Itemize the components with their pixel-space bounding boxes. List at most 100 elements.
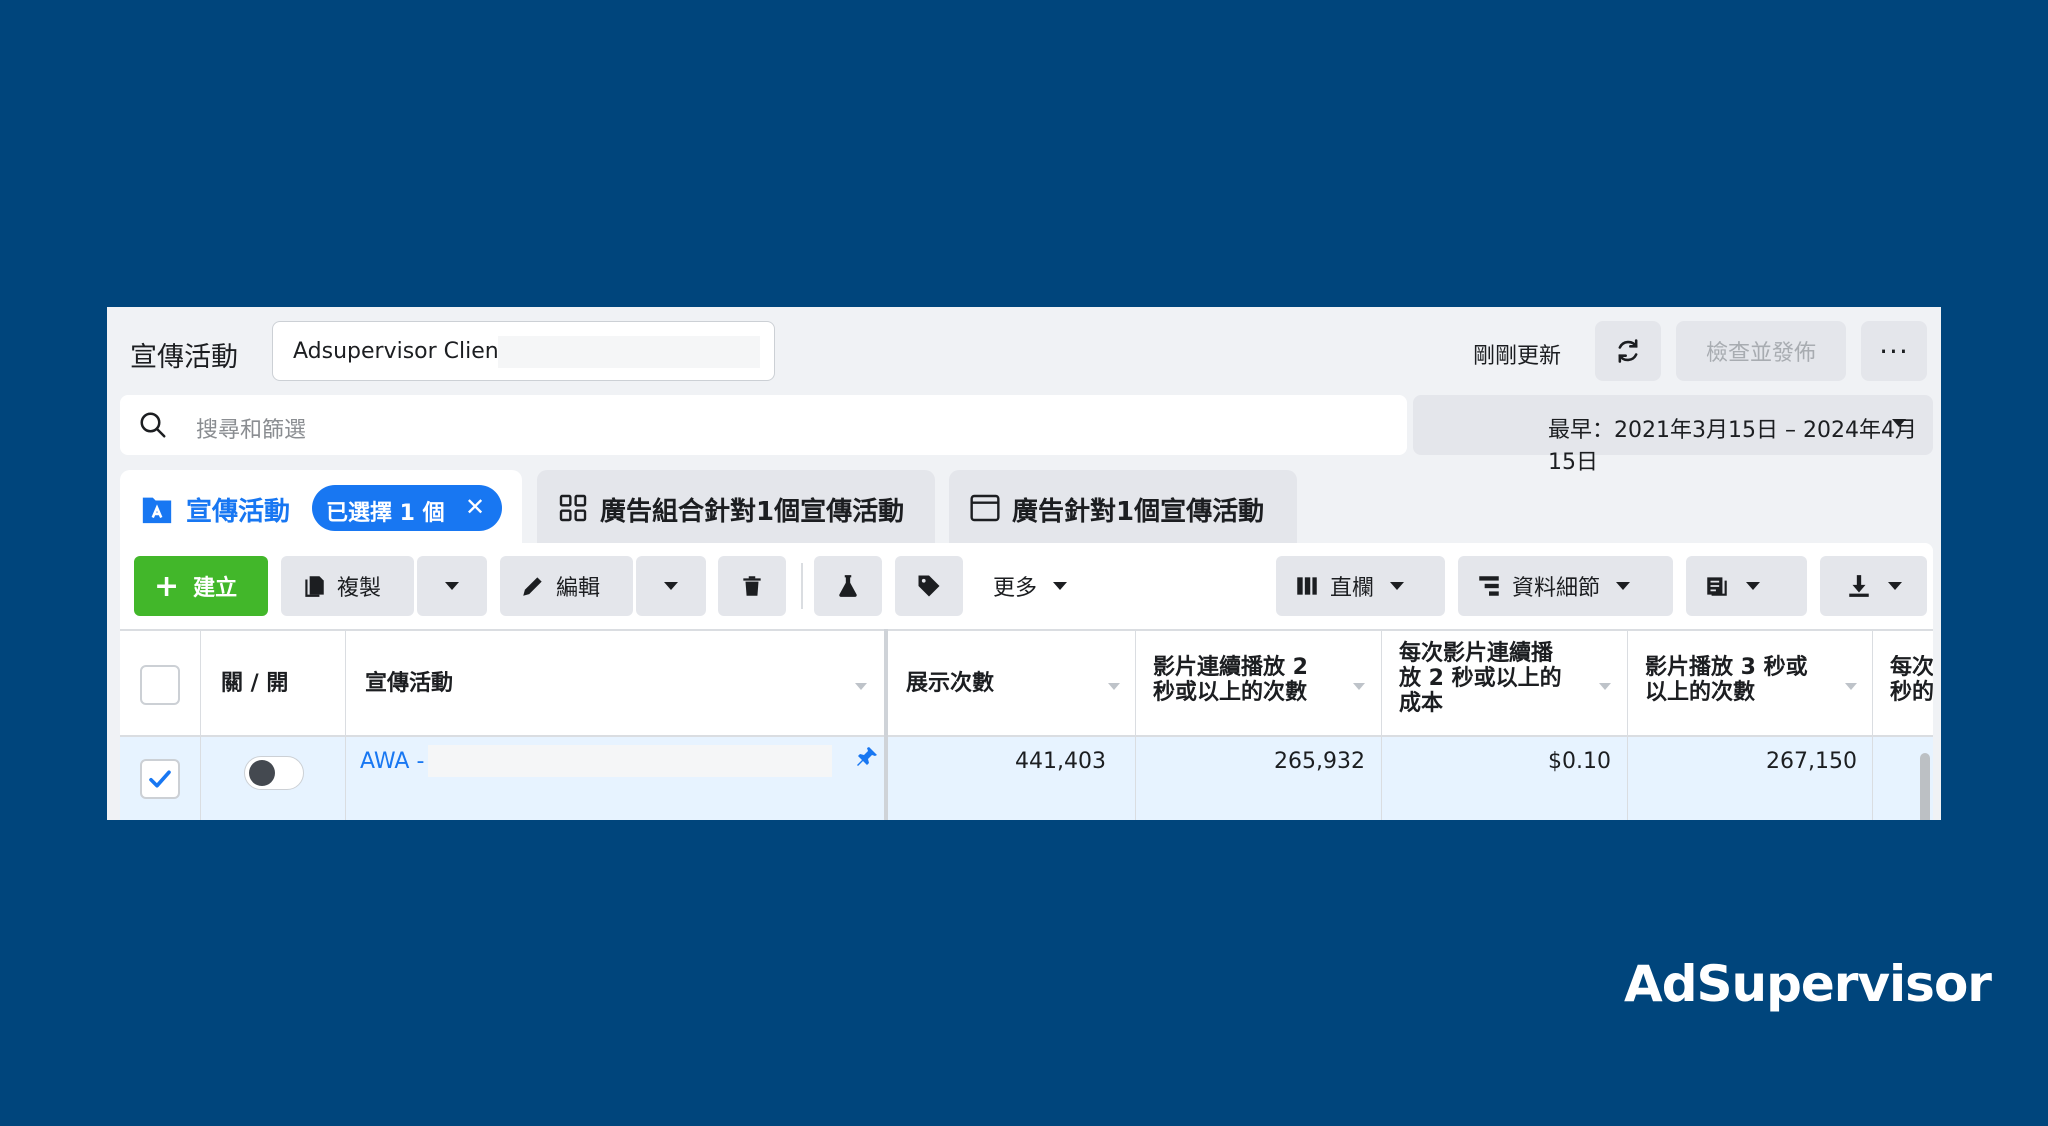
duplicate-label: 複製 bbox=[337, 576, 382, 601]
breakdown-button[interactable]: 資料細節 bbox=[1458, 556, 1673, 616]
account-name: Adsupervisor Client bbox=[293, 339, 508, 364]
column-divider bbox=[1135, 629, 1136, 820]
ads-manager-panel: 宣傳活動 Adsupervisor Client 剛剛更新 檢查並發佈 ··· … bbox=[107, 307, 1941, 820]
chevron-down-icon bbox=[1888, 582, 1902, 590]
refresh-icon bbox=[1618, 339, 1638, 363]
column-header-cost-2s[interactable]: 每次影片連續播 放 2 秒或以上的 成本 bbox=[1399, 641, 1562, 716]
create-label: 建立 bbox=[193, 576, 238, 601]
date-range-label: 最早：2021年3月15日 – 2024年4月15日 bbox=[1548, 418, 1917, 475]
column-divider bbox=[1627, 629, 1628, 820]
sort-icon[interactable] bbox=[855, 683, 867, 690]
search-icon bbox=[140, 412, 166, 438]
tab-label: 廣告針對1個宣傳活動 bbox=[1012, 497, 1265, 527]
column-header-campaign[interactable]: 宣傳活動 bbox=[365, 671, 453, 696]
delete-button[interactable] bbox=[718, 556, 786, 616]
campaign-icon bbox=[142, 497, 172, 524]
export-button[interactable] bbox=[1820, 556, 1927, 616]
ab-test-button[interactable] bbox=[814, 556, 882, 616]
download-icon bbox=[1849, 575, 1869, 597]
refresh-button[interactable] bbox=[1595, 321, 1661, 381]
select-all-checkbox[interactable] bbox=[140, 665, 180, 705]
column-header-video-3s[interactable]: 影片播放 3 秒或 以上的次數 bbox=[1645, 655, 1808, 705]
breakdown-label: 資料細節 bbox=[1512, 576, 1601, 601]
duplicate-button[interactable]: 複製 bbox=[281, 556, 414, 616]
edit-label: 編輯 bbox=[556, 576, 601, 601]
sort-icon[interactable] bbox=[1353, 683, 1365, 690]
video-3s-value: 267,150 bbox=[1766, 749, 1857, 774]
pin-icon[interactable] bbox=[855, 745, 879, 769]
chevron-down-icon bbox=[1390, 582, 1405, 590]
account-selector[interactable]: Adsupervisor Client bbox=[272, 321, 775, 381]
header-line: 放 2 秒或以上的 bbox=[1399, 666, 1562, 691]
header-line: 每次 bbox=[1890, 655, 1933, 680]
more-actions-button[interactable]: 更多 bbox=[993, 556, 1093, 616]
trash-icon bbox=[743, 576, 761, 596]
header-line: 秒或以上的次數 bbox=[1153, 680, 1308, 705]
tab-ads[interactable]: 廣告針對1個宣傳活動 bbox=[949, 470, 1297, 546]
row-checkbox[interactable] bbox=[140, 759, 180, 799]
frozen-column-divider[interactable] bbox=[884, 629, 888, 820]
review-publish-button[interactable]: 檢查並發佈 bbox=[1676, 321, 1846, 381]
duplicate-dropdown[interactable] bbox=[417, 556, 487, 616]
chevron-down-icon bbox=[445, 582, 459, 590]
reports-button[interactable] bbox=[1686, 556, 1807, 616]
vertical-scrollbar[interactable] bbox=[1920, 753, 1930, 820]
campaign-toggle[interactable] bbox=[244, 756, 304, 790]
grid-icon bbox=[559, 494, 587, 522]
tab-ad-sets[interactable]: 廣告組合針對1個宣傳活動 bbox=[537, 470, 935, 546]
tag-icon bbox=[918, 575, 940, 597]
column-header-video-2s[interactable]: 影片連續播放 2 秒或以上的次數 bbox=[1153, 655, 1308, 705]
chevron-down-icon bbox=[1892, 419, 1906, 427]
sort-icon[interactable] bbox=[1108, 683, 1120, 690]
close-icon[interactable]: ✕ bbox=[465, 493, 485, 521]
toolbar-divider bbox=[801, 563, 803, 609]
columns-label: 直欄 bbox=[1330, 576, 1375, 601]
ellipsis-icon: ··· bbox=[1879, 334, 1909, 368]
header-line: 以上的次數 bbox=[1645, 680, 1756, 705]
chevron-down-icon bbox=[1616, 582, 1631, 590]
updated-status: 剛剛更新 bbox=[1473, 344, 1562, 369]
columns-button[interactable]: 直欄 bbox=[1276, 556, 1445, 616]
selection-chip[interactable]: 已選擇 1 個 ✕ bbox=[312, 485, 502, 531]
rules-button[interactable] bbox=[895, 556, 963, 616]
date-range-picker[interactable]: 最早：2021年3月15日 – 2024年4月15日 bbox=[1413, 395, 1933, 475]
tab-label: 宣傳活動 bbox=[186, 497, 291, 527]
sort-icon[interactable] bbox=[1599, 683, 1611, 690]
edit-dropdown[interactable] bbox=[636, 556, 706, 616]
chevron-down-icon bbox=[1053, 582, 1068, 590]
video-2s-value: 265,932 bbox=[1274, 749, 1365, 774]
header-line: 成本 bbox=[1399, 691, 1444, 716]
window-icon bbox=[970, 494, 1000, 522]
sort-icon[interactable] bbox=[1845, 683, 1857, 690]
tab-label: 廣告組合針對1個宣傳活動 bbox=[600, 497, 905, 527]
campaign-name-link[interactable]: AWA - bbox=[360, 749, 424, 774]
header-line: 每次影片連續播 bbox=[1399, 641, 1554, 666]
create-button[interactable]: + 建立 bbox=[134, 556, 268, 616]
header-line: 影片播放 3 秒或 bbox=[1645, 655, 1808, 680]
adsupervisor-logo: AdSupervisor bbox=[1624, 955, 1992, 1013]
tab-campaigns[interactable]: 宣傳活動 已選擇 1 個 ✕ bbox=[120, 470, 522, 550]
column-divider bbox=[1381, 629, 1382, 820]
column-header-partial[interactable]: 每次 秒的 bbox=[1890, 655, 1933, 705]
column-header-toggle: 關 / 開 bbox=[221, 671, 289, 696]
cost-2s-value: $0.10 bbox=[1548, 749, 1611, 774]
column-header-impressions[interactable]: 展示次數 bbox=[906, 671, 994, 696]
plus-icon: + bbox=[154, 568, 180, 604]
column-divider bbox=[345, 629, 346, 820]
more-label: 更多 bbox=[993, 576, 1038, 601]
selection-chip-label: 已選擇 1 個 bbox=[326, 501, 445, 526]
header-line: 秒的 bbox=[1890, 680, 1933, 705]
toggle-knob bbox=[249, 760, 275, 786]
columns-icon bbox=[1297, 577, 1317, 595]
campaign-name-redaction bbox=[428, 745, 832, 777]
edit-button[interactable]: 編輯 bbox=[500, 556, 633, 616]
report-icon bbox=[1707, 577, 1727, 596]
pencil-icon bbox=[523, 577, 542, 596]
flask-icon bbox=[839, 575, 857, 597]
breakdown-icon bbox=[1479, 576, 1499, 596]
chevron-down-icon bbox=[1746, 582, 1760, 590]
search-input[interactable]: 搜尋和篩選 bbox=[196, 412, 306, 444]
page-title: 宣傳活動 bbox=[130, 342, 238, 373]
more-options-button[interactable]: ··· bbox=[1861, 321, 1927, 381]
search-bar[interactable]: 搜尋和篩選 bbox=[120, 395, 1407, 455]
